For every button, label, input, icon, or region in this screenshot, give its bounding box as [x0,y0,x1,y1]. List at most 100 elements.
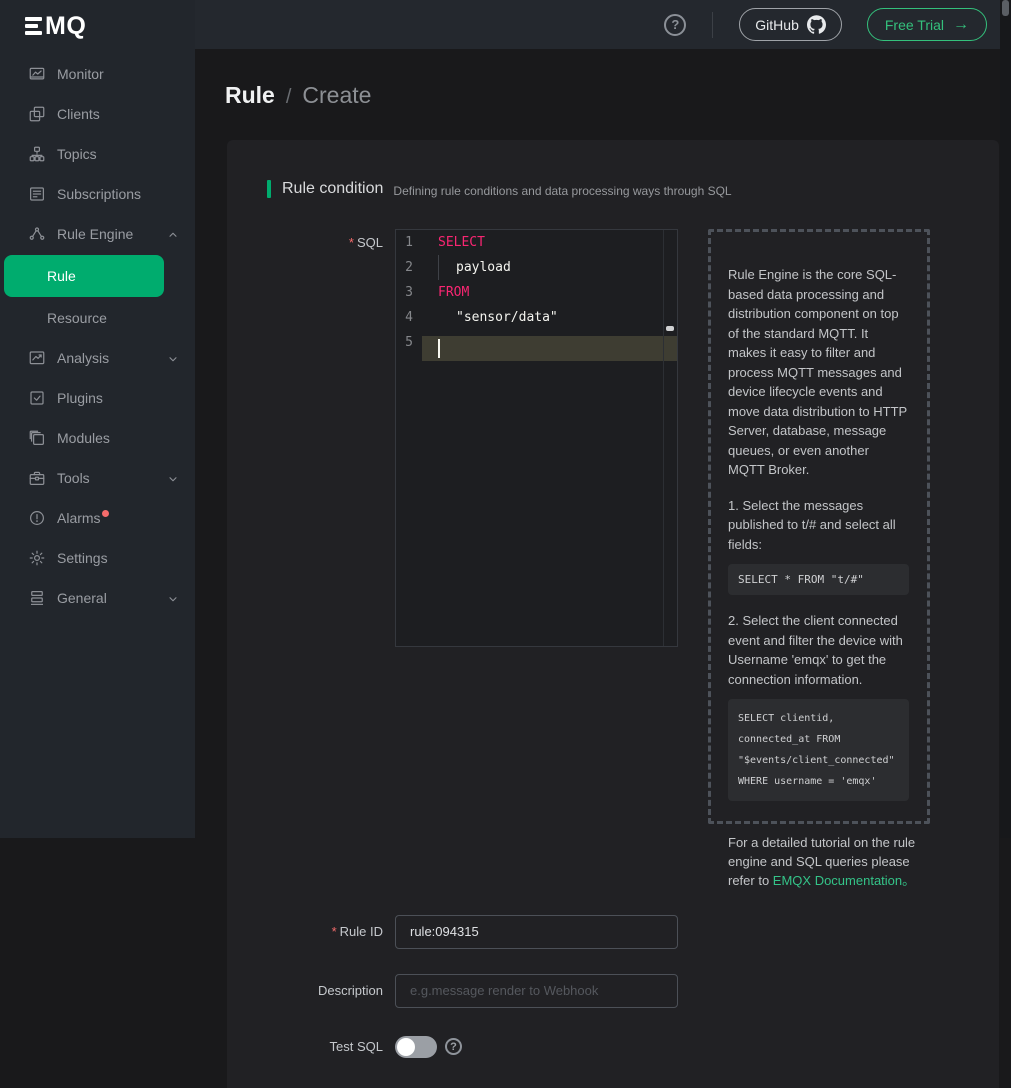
code-sample-line: connected_at FROM [738,729,899,750]
sidebar-item-monitor[interactable]: Monitor [0,54,195,94]
section-subtitle: Defining rule conditions and data proces… [393,181,731,198]
code-text: payload [438,260,511,275]
github-button[interactable]: GitHub [739,8,842,41]
page-scrollbar-thumb[interactable] [1002,0,1009,16]
sidebar-item-label: Topics [57,146,97,162]
sidebar-item-label: Alarms [57,510,101,526]
sql-code-editor[interactable]: 1 SELECT 2 payload 3 FROM 4 "sensor/d [395,229,678,647]
main-content: Rule / Create Rule condition Defining ru… [195,49,1011,838]
emqx-documentation-link[interactable]: EMQX Documentation [773,873,902,888]
alarm-alert-dot [102,510,109,517]
sidebar-item-resource[interactable]: Resource [0,298,195,338]
help-step-1: 1. Select the messages published to t/# … [728,496,909,555]
help-panel: Rule Engine is the core SQL-based data p… [708,229,930,824]
sidebar-item-general[interactable]: General [0,578,195,618]
arrow-right-icon: → [953,17,969,33]
sidebar-item-label: Modules [57,430,110,446]
sidebar-item-topics[interactable]: Topics [0,134,195,174]
free-trial-label: Free Trial [885,17,944,33]
editor-line: 1 SELECT [396,230,677,255]
chevron-up-icon [167,228,179,240]
sidebar-item-rule-engine[interactable]: Rule Engine [0,214,195,254]
code-text: SELECT [438,235,485,250]
rule-id-label: *Rule ID [267,924,383,939]
emq-logo-text: MQ [45,12,86,41]
section-accent-bar [267,180,271,198]
settings-gear-icon [28,549,46,567]
sidebar-item-settings[interactable]: Settings [0,538,195,578]
help-code-sample-1: SELECT * FROM "t/#" [728,564,909,595]
section-header: Rule condition Defining rule conditions … [267,180,999,198]
test-sql-help-icon[interactable]: ? [445,1038,462,1055]
rule-form: *SQL 1 SELECT 2 payload 3 FROM [267,229,999,1058]
indent-guide [438,255,439,280]
sidebar-item-tools[interactable]: Tools [0,458,195,498]
help-step-2: 2. Select the client connected event and… [728,611,909,689]
description-input[interactable] [395,974,678,1008]
line-number: 1 [396,235,422,250]
sidebar-item-clients[interactable]: Clients [0,94,195,134]
line-number: 3 [396,285,422,300]
analysis-icon [28,349,46,367]
sidebar-item-rule[interactable]: Rule [0,255,195,297]
rule-engine-icon [28,225,46,243]
emq-logo[interactable]: MQ [0,0,195,52]
code-sample-line: SELECT clientid, [738,708,899,729]
code-text: "sensor/data" [438,310,558,325]
alarms-icon [28,509,46,527]
chevron-down-icon [167,472,179,484]
help-footer: For a detailed tutorial on the rule engi… [728,834,920,891]
line-number: 4 [396,310,422,325]
sidebar-item-label: Clients [57,106,100,122]
chevron-down-icon [167,592,179,604]
help-code-sample-2: SELECT clientid, connected_at FROM "$eve… [728,699,909,801]
breadcrumb-rule[interactable]: Rule [225,82,275,109]
text-cursor [438,339,440,358]
modules-icon [28,429,46,447]
code-text: FROM [438,285,469,300]
sidebar-item-modules[interactable]: Modules [0,418,195,458]
editor-scrollbar-thumb[interactable] [666,326,674,331]
sidebar-item-label: Resource [47,310,107,326]
rule-id-input[interactable] [395,915,678,949]
help-footer-suffix: 。 [902,873,915,888]
sidebar-item-alarms[interactable]: Alarms [0,498,195,538]
editor-line: 2 payload [396,255,677,280]
required-mark: * [349,235,354,250]
required-mark: * [332,924,337,939]
sidebar-item-label: Monitor [57,66,104,82]
github-icon [807,15,826,34]
sidebar-item-analysis[interactable]: Analysis [0,338,195,378]
breadcrumb: Rule / Create [225,82,1011,109]
sidebar-item-label: Settings [57,550,108,566]
free-trial-button[interactable]: Free Trial → [867,8,987,41]
sidebar-item-label: Plugins [57,390,103,406]
sidebar-item-label: Analysis [57,350,109,366]
plugins-icon [28,389,46,407]
toggle-knob [397,1038,415,1056]
sidebar-nav: Monitor Clients Topics Subscriptions Rul [0,54,195,618]
emq-logo-icon [25,17,42,35]
line-number: 5 [396,335,422,350]
breadcrumb-create: Create [302,82,371,109]
sidebar-item-subscriptions[interactable]: Subscriptions [0,174,195,214]
clients-icon [28,105,46,123]
help-question-icon[interactable]: ? [664,14,686,36]
sql-label: *SQL [267,229,383,891]
line-number: 2 [396,260,422,275]
editor-line: 3 FROM [396,280,677,305]
sidebar-item-label: Tools [57,470,90,486]
description-label: Description [267,983,383,998]
sidebar-item-plugins[interactable]: Plugins [0,378,195,418]
section-title: Rule condition [282,180,383,198]
editor-scrollbar-track[interactable] [663,230,677,646]
tools-icon [28,469,46,487]
topics-icon [28,145,46,163]
test-sql-label: Test SQL [267,1039,383,1054]
breadcrumb-separator: / [286,86,292,109]
test-sql-toggle[interactable] [395,1036,437,1058]
page-scrollbar[interactable] [1000,0,1011,838]
monitor-icon [28,65,46,83]
sidebar-item-label: Subscriptions [57,186,141,202]
sidebar-item-rule-pill[interactable]: Rule [4,255,164,297]
